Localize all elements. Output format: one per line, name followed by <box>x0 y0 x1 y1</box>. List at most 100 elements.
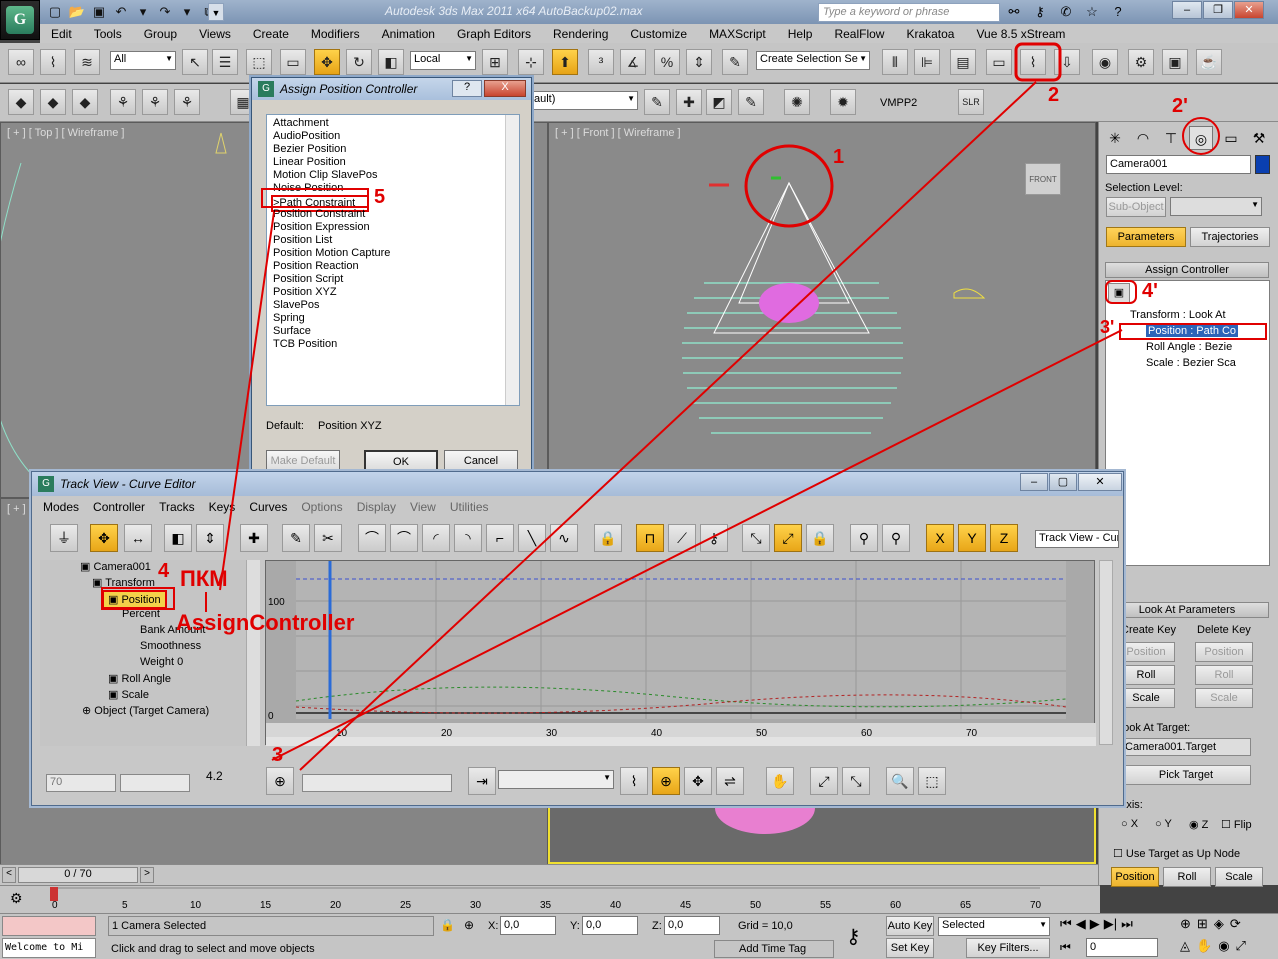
plugin-tool-3-icon[interactable]: ◆ <box>72 89 98 115</box>
absolute-mode-icon[interactable]: ⊕ <box>464 918 474 932</box>
layer-manager-icon[interactable]: ▤ <box>950 49 976 75</box>
zoom-icon[interactable]: 🔍 <box>886 767 914 795</box>
scale-keys-icon[interactable]: ◧ <box>164 524 192 552</box>
filter-unlocked-icon[interactable]: ⇌ <box>716 767 744 795</box>
tangent-fast-icon[interactable]: ◜ <box>422 524 450 552</box>
communication-icon[interactable]: ✆ <box>1056 2 1076 22</box>
value-field[interactable] <box>120 774 190 792</box>
tv-tree-position[interactable]: ▣ Position <box>102 590 167 609</box>
time-slider-next[interactable]: > <box>140 867 154 883</box>
set-key-button[interactable]: Set Key <box>886 938 934 958</box>
controller-list-scrollbar[interactable] <box>505 115 519 405</box>
draw-curves-icon[interactable]: ✎ <box>282 524 310 552</box>
dialog-close-button[interactable]: X <box>484 80 526 97</box>
show-tangents-icon[interactable]: ⤢ <box>774 524 802 552</box>
controller-item[interactable]: SlavePos <box>273 299 319 312</box>
tv-menu-curves[interactable]: Curves <box>242 500 294 518</box>
tv-tree-scale[interactable]: ▣ Scale <box>108 688 149 701</box>
tangent-slow-icon[interactable]: ◝ <box>454 524 482 552</box>
bottom-roll-button[interactable]: Roll <box>1163 867 1211 887</box>
curve-vertical-scrollbar[interactable] <box>1099 560 1113 745</box>
parameters-tab-button[interactable]: Parameters <box>1106 227 1186 247</box>
cancel-button[interactable]: Cancel <box>444 450 518 472</box>
graphite-ribbon-icon[interactable]: ▭ <box>986 49 1012 75</box>
quick-access-dropdown[interactable]: ▼ <box>208 3 224 21</box>
menu-edit[interactable]: Edit <box>40 27 83 41</box>
maxscript-welcome[interactable]: Welcome to Mi <box>2 938 96 958</box>
plugin-tool-8-icon[interactable]: ✎ <box>644 89 670 115</box>
edit-track-set-icon[interactable]: ⇥ <box>468 767 496 795</box>
motion-tab-icon[interactable]: ◎ <box>1189 126 1213 150</box>
close-button[interactable]: ✕ <box>1234 1 1264 19</box>
tree-transform-lookat[interactable]: Transform : Look At <box>1130 309 1226 321</box>
dialog-help-button[interactable]: ? <box>452 80 482 97</box>
show-biped-x-curves-icon[interactable]: X <box>926 524 954 552</box>
use-target-up-checkbox[interactable]: ☐ Use Target as Up Node <box>1113 847 1240 860</box>
menu-views[interactable]: Views <box>188 27 242 41</box>
controller-item[interactable]: Motion Clip SlavePos <box>273 169 378 182</box>
lock-selection-icon[interactable]: 🔒 <box>440 918 455 932</box>
pick-target-button[interactable]: Pick Target <box>1121 765 1251 785</box>
filter-selected-tracks-icon[interactable]: ⌇ <box>620 767 648 795</box>
tangent-linear-icon[interactable]: ╲ <box>518 524 546 552</box>
play-icon[interactable]: ▶ <box>1090 916 1100 932</box>
controller-item[interactable]: Linear Position <box>273 156 346 169</box>
key-mode-dropdown[interactable]: Selected <box>938 917 1050 936</box>
show-biped-z-curves-icon[interactable]: Z <box>990 524 1018 552</box>
keyword-search-input[interactable]: Type a keyword or phrase <box>818 3 1000 22</box>
delete-key-roll-button[interactable]: Roll <box>1195 665 1253 685</box>
zoom-horizontal-extents-icon[interactable]: ⤢ <box>810 767 838 795</box>
menu-help[interactable]: Help <box>777 27 824 41</box>
hierarchy-tab-icon[interactable]: ⊤ <box>1159 126 1183 150</box>
zoom-extents-icon[interactable]: ⊕ <box>1180 916 1191 932</box>
controller-item[interactable]: Position Script <box>273 273 343 286</box>
tv-menu-utilities[interactable]: Utilities <box>443 500 496 518</box>
plugin-tool-9-icon[interactable]: ◩ <box>706 89 732 115</box>
add-time-tag-button[interactable]: Add Time Tag <box>714 940 834 958</box>
controller-item[interactable]: Position Expression <box>273 221 370 234</box>
select-and-rotate-icon[interactable]: ↻ <box>346 49 372 75</box>
display-tab-icon[interactable]: ▭ <box>1219 126 1243 150</box>
rectangular-selection-icon[interactable]: ⬚ <box>246 49 272 75</box>
tv-tree-weight[interactable]: Weight 0 <box>122 656 183 668</box>
show-biped-rotation-curves-icon[interactable]: ⚲ <box>882 524 910 552</box>
object-name-field[interactable]: Camera001 <box>1106 155 1251 174</box>
utilities-tab-icon[interactable]: ⚒ <box>1247 126 1271 150</box>
tv-menu-tracks[interactable]: Tracks <box>152 500 202 518</box>
selection-filter-dropdown[interactable]: All <box>110 51 176 70</box>
pan-hand-icon[interactable]: ✋ <box>766 767 794 795</box>
controller-item[interactable]: Attachment <box>273 117 329 130</box>
tree-position-path-constraint[interactable]: Position : Path Co <box>1146 325 1239 337</box>
y-coord-field[interactable]: 0,0 <box>582 916 638 935</box>
undo-icon[interactable]: ↶ <box>112 3 130 21</box>
named-selection-sets-dropdown[interactable]: Create Selection Se <box>756 51 870 70</box>
maxscript-listener-mini[interactable] <box>2 916 96 936</box>
pivot-center-icon[interactable]: ⊞ <box>482 49 508 75</box>
tv-tree-percent[interactable]: Percent <box>122 608 160 620</box>
percent-snap-icon[interactable]: % <box>654 49 680 75</box>
angle-snap-icon[interactable]: ∡ <box>620 49 646 75</box>
plugin-tool-2-icon[interactable]: ◆ <box>40 89 66 115</box>
controller-item[interactable]: Position Motion Capture <box>273 247 390 260</box>
x-coord-field[interactable]: 0,0 <box>500 916 556 935</box>
previous-frame-icon[interactable]: ◀ <box>1076 916 1086 932</box>
menu-animation[interactable]: Animation <box>371 27 446 41</box>
menu-vue-xstream[interactable]: Vue 8.5 xStream <box>965 27 1076 41</box>
zoom-region-icon[interactable]: ⬚ <box>918 767 946 795</box>
object-color-swatch[interactable] <box>1255 155 1270 174</box>
show-all-tangents-icon[interactable]: ⤡ <box>742 524 770 552</box>
plugin-tool-5-icon[interactable]: ⚘ <box>142 89 168 115</box>
select-and-move-icon[interactable]: ✥ <box>314 49 340 75</box>
menu-group[interactable]: Group <box>133 27 188 41</box>
next-frame-icon[interactable]: ▶| <box>1104 916 1117 932</box>
maximize-viewport-icon[interactable]: ⟳ <box>1230 916 1241 932</box>
menu-tools[interactable]: Tools <box>83 27 133 41</box>
filters-icon[interactable]: ⏚ <box>50 524 78 552</box>
render-setup-icon[interactable]: ⚙ <box>1128 49 1154 75</box>
binoculars-icon[interactable]: ⚯ <box>1004 2 1024 22</box>
select-by-name-icon[interactable]: ☰ <box>212 49 238 75</box>
save-icon[interactable]: ▣ <box>90 3 108 21</box>
ok-button[interactable]: OK <box>364 450 438 472</box>
reduce-keys-icon[interactable]: ✂ <box>314 524 342 552</box>
slide-keys-icon[interactable]: ↔ <box>124 524 152 552</box>
